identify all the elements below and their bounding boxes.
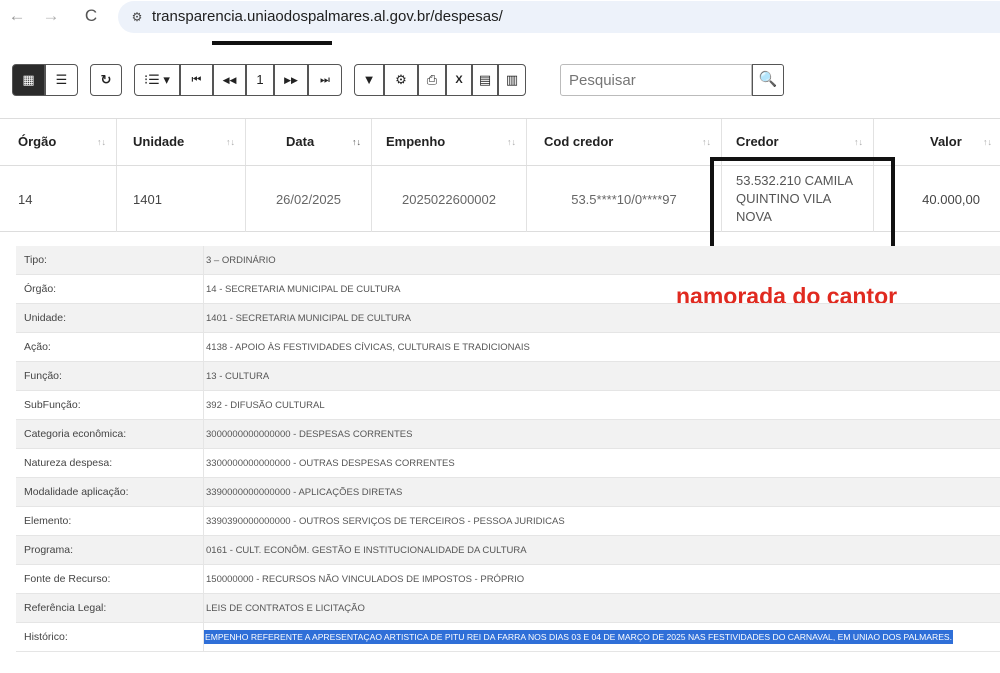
- detail-value: EMPENHO REFERENTE A APRESENTAÇAO ARTISTI…: [203, 623, 1000, 652]
- sort-icon[interactable]: ↑↓: [352, 119, 361, 165]
- page-top-bar: [212, 41, 332, 45]
- detail-row-referencia: Referência Legal: LEIS DE CONTRATOS E LIC…: [16, 594, 1000, 623]
- grid-view-icon: ▦: [22, 72, 35, 87]
- column-header-data[interactable]: Data ↑↓: [246, 119, 372, 165]
- columns-dropdown-button[interactable]: ⁝☰ ▾: [134, 64, 180, 96]
- search-icon: 🔍: [758, 71, 778, 88]
- next-page-icon: ▶▶: [284, 75, 298, 85]
- detail-label: Ação:: [24, 341, 51, 353]
- detail-label: Função:: [24, 370, 62, 382]
- detail-value: 13 - CULTURA: [203, 362, 1000, 391]
- last-page-button[interactable]: ⏭: [308, 64, 342, 96]
- detail-row-unidade: Unidade: 1401 - SECRETARIA MUNICIPAL DE C…: [16, 304, 1000, 333]
- detail-value: 3300000000000000 - OUTRAS DESPESAS CORRE…: [203, 449, 1000, 478]
- filter-icon: ▼: [362, 72, 376, 87]
- detail-row-tipo: Tipo: 3 – ORDINÁRIO: [16, 246, 1000, 275]
- detail-value: 4138 - APOIO ÀS FESTIVIDADES CÍVICAS, CU…: [203, 333, 1000, 362]
- filter-button[interactable]: ▼: [354, 64, 384, 96]
- page-number[interactable]: 1: [246, 64, 274, 96]
- detail-value: 1401 - SECRETARIA MUNICIPAL DE CULTURA: [203, 304, 1000, 333]
- export-csv-button[interactable]: ▤: [472, 64, 498, 96]
- site-info-icon[interactable]: ⚙: [128, 8, 146, 26]
- page-number-label: 1: [256, 72, 264, 87]
- detail-label: Órgão:: [24, 283, 57, 295]
- url-text[interactable]: transparencia.uniaodospalmares.al.gov.br…: [152, 8, 503, 25]
- export-excel-button[interactable]: X: [446, 64, 472, 96]
- detail-value: 3000000000000000 - DESPESAS CORRENTES: [203, 420, 1000, 449]
- print-icon: ⎙: [426, 72, 438, 87]
- detail-label: Tipo:: [24, 254, 47, 266]
- column-header-orgao[interactable]: Órgão ↑↓: [0, 119, 117, 165]
- list-view-icon: ☰: [55, 72, 68, 87]
- detail-row-programa: Programa: 0161 - CULT. ECONÔM. GESTÃO E I…: [16, 536, 1000, 565]
- detail-label: Unidade:: [24, 312, 67, 324]
- sort-icon[interactable]: ↑↓: [97, 119, 106, 165]
- detail-row-fonte: Fonte de Recurso: 150000000 - RECURSOS NÃ…: [16, 565, 1000, 594]
- detail-label: Natureza despesa:: [24, 457, 113, 469]
- detail-row-subfuncao: SubFunção: 392 - DIFUSÃO CULTURAL: [16, 391, 1000, 420]
- sort-icon[interactable]: ↑↓: [507, 119, 516, 165]
- print-button[interactable]: ⎙: [418, 64, 446, 96]
- previous-page-icon: ◀◀: [222, 75, 237, 85]
- highlight-box: [710, 157, 895, 257]
- detail-row-categoria: Categoria econômica: 3000000000000000 - D…: [16, 420, 1000, 449]
- sort-icon[interactable]: ↑↓: [226, 119, 235, 165]
- first-page-icon: ⏮: [191, 74, 202, 86]
- search-button[interactable]: 🔍: [752, 64, 784, 96]
- next-page-button[interactable]: ▶▶: [274, 64, 308, 96]
- list-view-button[interactable]: ☰: [45, 64, 78, 96]
- column-header-cod-credor[interactable]: Cod credor ↑↓: [527, 119, 722, 165]
- csv-file-icon: ▤: [478, 72, 492, 87]
- detail-value: 14 - SECRETARIA MUNICIPAL DE CULTURA: [203, 275, 1000, 304]
- settings-button[interactable]: ⚙: [384, 64, 418, 96]
- detail-value: 150000000 - RECURSOS NÃO VINCULADOS DE I…: [203, 565, 1000, 594]
- excel-file-icon: X: [455, 74, 463, 86]
- detail-row-historico: Histórico: EMPENHO REFERENTE A APRESENTAÇ…: [16, 623, 1000, 652]
- detail-row-funcao: Função: 13 - CULTURA: [16, 362, 1000, 391]
- detail-value: 3390390000000000 - OUTROS SERVIÇOS DE TE…: [203, 507, 1000, 536]
- last-page-icon: ⏭: [320, 74, 330, 86]
- refresh-icon: ↻: [100, 72, 112, 87]
- back-arrow-icon[interactable]: ←: [6, 5, 28, 27]
- sort-icon[interactable]: ↑↓: [983, 119, 992, 165]
- browser-address-bar: ← → C ⚙ transparencia.uniaodospalmares.a…: [0, 0, 1000, 34]
- refresh-button[interactable]: ↻: [90, 64, 122, 96]
- columns-icon: ⁝☰ ▾: [144, 72, 170, 87]
- pdf-file-icon: ▥: [505, 72, 519, 87]
- selected-text[interactable]: EMPENHO REFERENTE A APRESENTAÇAO ARTISTI…: [204, 630, 954, 644]
- column-header-unidade[interactable]: Unidade ↑↓: [117, 119, 246, 165]
- cell-orgao: 14: [0, 166, 117, 232]
- forward-arrow-icon[interactable]: →: [40, 5, 62, 27]
- column-header-empenho[interactable]: Empenho ↑↓: [372, 119, 527, 165]
- cell-cod-credor: 53.5****10/0****97: [527, 166, 722, 232]
- detail-row-natureza: Natureza despesa: 3300000000000000 - OUTR…: [16, 449, 1000, 478]
- first-page-button[interactable]: ⏮: [180, 64, 213, 96]
- detail-value: 3 – ORDINÁRIO: [203, 246, 1000, 275]
- detail-label: SubFunção:: [24, 399, 81, 411]
- cell-unidade: 1401: [117, 166, 246, 232]
- detail-label: Categoria econômica:: [24, 428, 127, 440]
- detail-label: Programa:: [24, 544, 74, 556]
- detail-label: Referência Legal:: [24, 602, 107, 614]
- grid-view-button[interactable]: ▦: [12, 64, 45, 96]
- search-input[interactable]: [560, 64, 752, 96]
- detail-label: Histórico:: [24, 631, 68, 643]
- detail-label: Modalidade aplicação:: [24, 486, 129, 498]
- detail-label: Elemento:: [24, 515, 72, 527]
- detail-row-orgao: Órgão: 14 - SECRETARIA MUNICIPAL DE CULTU…: [16, 275, 1000, 304]
- detail-row-acao: Ação: 4138 - APOIO ÀS FESTIVIDADES CÍVICA…: [16, 333, 1000, 362]
- detail-label: Fonte de Recurso:: [24, 573, 111, 585]
- detail-row-modalidade: Modalidade aplicação: 3390000000000000 - …: [16, 478, 1000, 507]
- detail-value: 3390000000000000 - APLICAÇÕES DIRETAS: [203, 478, 1000, 507]
- previous-page-button[interactable]: ◀◀: [213, 64, 246, 96]
- detail-value: LEIS DE CONTRATOS E LICITAÇÃO: [203, 594, 1000, 623]
- detail-value: 392 - DIFUSÃO CULTURAL: [203, 391, 1000, 420]
- cell-data: 26/02/2025: [246, 166, 372, 232]
- reload-icon[interactable]: C: [80, 5, 102, 27]
- detail-row-elemento: Elemento: 3390390000000000 - OUTROS SERVI…: [16, 507, 1000, 536]
- detail-value: 0161 - CULT. ECONÔM. GESTÃO E INSTITUCIO…: [203, 536, 1000, 565]
- export-pdf-button[interactable]: ▥: [498, 64, 526, 96]
- cell-empenho: 2025022600002: [372, 166, 527, 232]
- settings-icon: ⚙: [395, 72, 407, 87]
